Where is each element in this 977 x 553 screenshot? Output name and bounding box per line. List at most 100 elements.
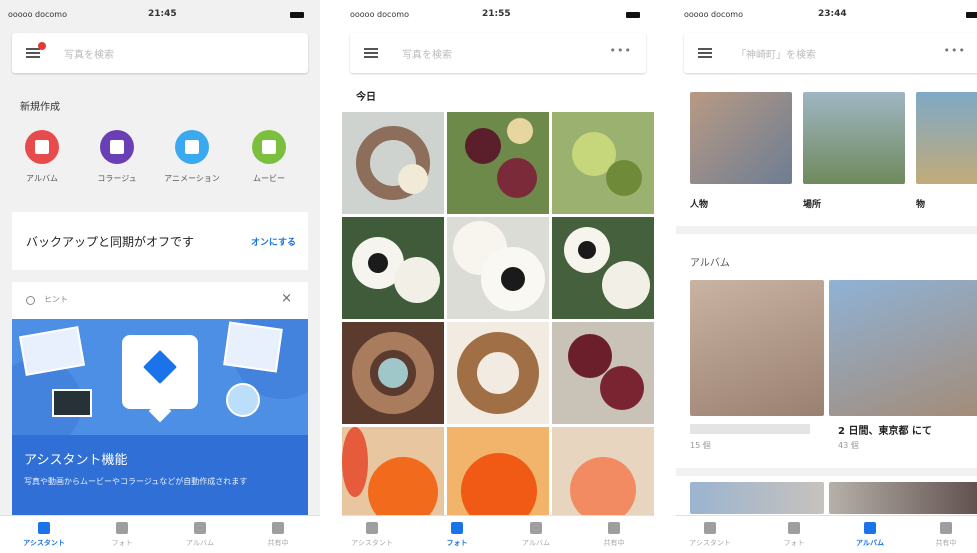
tab-photos-label: フォト [111, 539, 133, 547]
more-icon[interactable]: ••• [610, 44, 632, 57]
albums-heading: アルバム [690, 258, 730, 269]
create-movie-button[interactable]: ムービー [231, 130, 307, 184]
magnifier-icon [226, 383, 260, 417]
create-animation-button[interactable]: アニメーション [154, 130, 230, 184]
tab-shared-label: 共有中 [935, 539, 957, 547]
category-places-label: 場所 [803, 200, 822, 210]
photo-thumbnail[interactable] [447, 217, 549, 319]
backup-on-button[interactable]: オンにする [251, 235, 296, 248]
tab-shared[interactable]: 共有中 [584, 516, 644, 553]
battery-icon [966, 12, 977, 18]
shared-tab-icon [272, 522, 284, 534]
create-album-label: アルバム [26, 174, 58, 183]
battery-icon [626, 12, 640, 18]
close-icon[interactable]: × [281, 291, 292, 306]
create-collage-label: コラージュ [97, 174, 137, 183]
photos-tab-icon [116, 522, 128, 534]
album-thumbnail[interactable] [829, 482, 977, 514]
clapperboard-icon [52, 389, 92, 417]
tab-shared[interactable]: 共有中 [248, 516, 308, 553]
tab-shared-label: 共有中 [267, 539, 289, 547]
photo-thumbnail[interactable] [342, 112, 444, 214]
backup-card: バックアップと同期がオフです オンにする [12, 212, 308, 270]
search-input[interactable]: 写真を検索 [64, 46, 114, 61]
album-thumbnail[interactable] [690, 482, 824, 514]
tab-assistant-label: アシスタント [23, 539, 65, 547]
search-input[interactable]: 写真を検索 [402, 46, 452, 61]
assistant-card-icon [122, 335, 198, 423]
carrier-label: ooooo docomo [350, 10, 409, 19]
menu-icon[interactable] [698, 48, 712, 58]
search-input[interactable]: 「神崎町」を検索 [736, 46, 816, 61]
section-divider [676, 468, 977, 476]
photo-thumbnail[interactable] [447, 427, 549, 529]
clock: 21:45 [148, 9, 177, 19]
places-thumbnail[interactable] [803, 92, 905, 184]
bottom-nav: アシスタント フォト アルバム 共有中 [0, 515, 320, 553]
photo-thumbnail[interactable] [552, 322, 654, 424]
albums-tab-icon [194, 522, 206, 534]
tab-assistant[interactable]: アシスタント [680, 516, 740, 553]
photo-thumbnail[interactable] [342, 322, 444, 424]
photos-screen: ooooo docomo 21:55 写真を検索 ••• 今日 アシスタント フ… [342, 0, 654, 553]
menu-icon[interactable] [26, 48, 40, 58]
tab-shared[interactable]: 共有中 [916, 516, 976, 553]
photo-thumbnail[interactable] [447, 322, 549, 424]
photo-thumbnail[interactable] [552, 427, 654, 529]
create-heading: 新規作成 [20, 102, 60, 113]
search-bar[interactable]: 写真を検索 [12, 33, 308, 73]
photo-thumbnail[interactable] [552, 112, 654, 214]
album-count: 15 個 [690, 441, 711, 450]
search-bar[interactable]: 「神崎町」を検索 ••• [684, 33, 977, 73]
animation-icon [175, 130, 209, 164]
photo-frame-icon [223, 321, 283, 373]
photo-thumbnail[interactable] [447, 112, 549, 214]
bottom-nav: アシスタント フォト アルバム 共有中 [342, 515, 654, 553]
more-icon[interactable]: ••• [944, 44, 966, 57]
category-things-label: 物 [916, 200, 926, 210]
albums-screen: ooooo docomo 23:44 「神崎町」を検索 ••• 人物 場所 物 … [676, 0, 977, 553]
albums-tab-icon [864, 522, 876, 534]
tab-photos-label: フォト [446, 539, 468, 547]
photo-thumbnail[interactable] [342, 217, 444, 319]
status-bar: ooooo docomo 21:45 [0, 0, 320, 30]
tab-albums[interactable]: アルバム [170, 516, 230, 553]
carrier-label: ooooo docomo [8, 10, 67, 19]
assistant-tab-icon [704, 522, 716, 534]
search-bar[interactable]: 写真を検索 ••• [350, 33, 646, 73]
section-divider [676, 226, 977, 234]
create-collage-button[interactable]: コラージュ [79, 130, 155, 184]
tab-photos-label: フォト [783, 539, 805, 547]
sparkle-icon [143, 350, 177, 384]
tab-assistant-label: アシスタント [351, 539, 393, 547]
tab-assistant[interactable]: アシスタント [14, 516, 74, 553]
things-thumbnail[interactable] [916, 92, 977, 184]
people-thumbnail[interactable] [690, 92, 792, 184]
photo-thumbnail[interactable] [342, 427, 444, 529]
albums-tab-icon [530, 522, 542, 534]
create-animation-label: アニメーション [164, 174, 220, 183]
photo-thumbnail[interactable] [552, 217, 654, 319]
tab-albums[interactable]: アルバム [506, 516, 566, 553]
album-thumbnail[interactable] [829, 280, 977, 416]
tab-albums[interactable]: アルバム [840, 516, 900, 553]
album-thumbnail[interactable] [690, 280, 824, 416]
menu-icon[interactable] [364, 48, 378, 58]
tab-albums-label: アルバム [522, 539, 550, 547]
assistant-card-body[interactable]: アシスタント機能 写真や動画からムービーやコラージュなどが自動作成されます [12, 435, 308, 515]
backup-status-text: バックアップと同期がオフです [26, 235, 195, 249]
notification-dot-icon [38, 42, 46, 50]
status-bar: ooooo docomo 21:55 [342, 0, 654, 30]
photos-tab-icon [788, 522, 800, 534]
tab-shared-label: 共有中 [603, 539, 625, 547]
tab-photos[interactable]: フォト [92, 516, 152, 553]
tab-photos[interactable]: フォト [427, 516, 487, 553]
carrier-label: ooooo docomo [684, 10, 743, 19]
collage-icon [100, 130, 134, 164]
shared-tab-icon [940, 522, 952, 534]
create-album-button[interactable]: アルバム [4, 130, 80, 184]
tab-photos[interactable]: フォト [764, 516, 824, 553]
movie-icon [252, 130, 286, 164]
tab-assistant[interactable]: アシスタント [342, 516, 402, 553]
bottom-nav: アシスタント フォト アルバム 共有中 [676, 515, 977, 553]
